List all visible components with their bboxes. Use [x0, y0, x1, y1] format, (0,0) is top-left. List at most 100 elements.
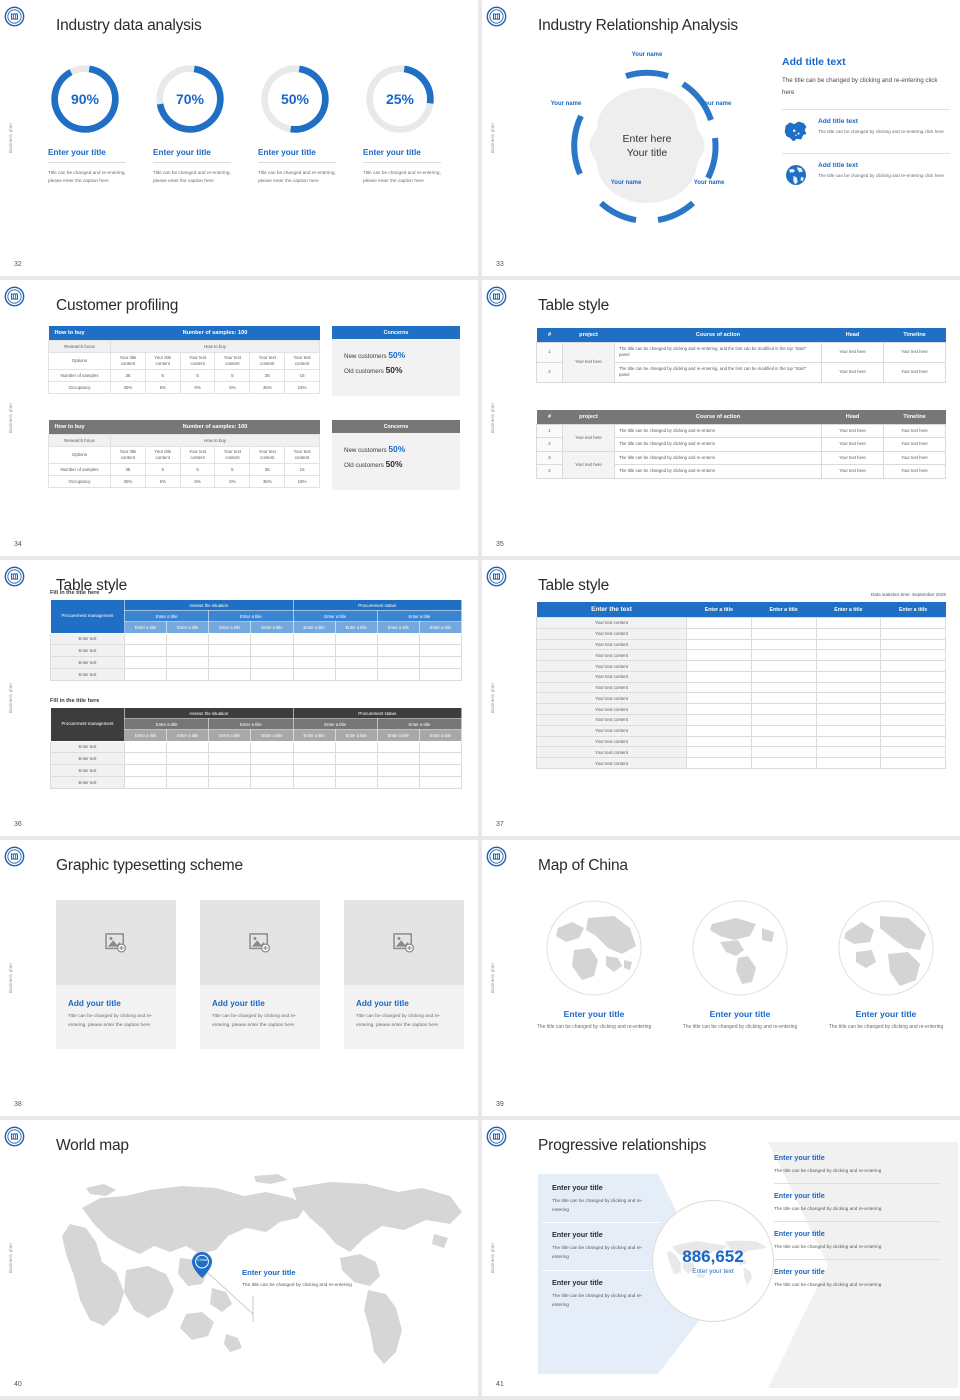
- customer-table-gray[interactable]: How to buy Number of samples: 100 Resear…: [48, 420, 320, 488]
- list-item[interactable]: Enter your title The title can be change…: [542, 1176, 660, 1222]
- concerns-body: New customers 50% Old customers 50%: [332, 339, 460, 396]
- slide-35[interactable]: Business plan Table style # project Cour…: [482, 280, 960, 556]
- cell-action: The title can be changed by clicking and…: [614, 423, 822, 439]
- table-row: Enter text: [50, 667, 463, 681]
- sidebar-label: Business plan: [8, 1243, 13, 1273]
- globe-card[interactable]: Enter your title The title can be change…: [676, 898, 804, 1033]
- concerns-body: New customers 50% Old customers 50%: [332, 433, 460, 490]
- action-table-gray[interactable]: # project Course of action Head Timeline…: [536, 410, 946, 479]
- list-item[interactable]: Enter your title The title can be change…: [542, 1223, 660, 1269]
- row-label: Your text content: [536, 703, 687, 716]
- header-cell: How to buy: [48, 420, 111, 435]
- cell: [880, 735, 946, 748]
- procurement-table-blue[interactable]: Fill in the title here Procurement manag…: [50, 590, 463, 681]
- header-leaf: Enter a title: [123, 621, 168, 634]
- concerns-line: Old customers 50%: [344, 459, 460, 469]
- cell: [686, 735, 752, 748]
- logo-icon: [486, 1126, 507, 1147]
- slide-41[interactable]: Business plan Progressive relationships …: [482, 1120, 960, 1396]
- image-placeholder[interactable]: [56, 900, 176, 985]
- slide-37[interactable]: Business plan Table style Data statistic…: [482, 560, 960, 836]
- concerns-box-gray[interactable]: Concerns New customers 50% Old customers…: [332, 420, 460, 490]
- row-label: Your text content: [536, 670, 687, 683]
- procurement-table-gray[interactable]: Fill in the title here Procurement manag…: [50, 698, 463, 789]
- cell: [166, 764, 210, 777]
- slide-34[interactable]: Business plan Customer profiling How to …: [0, 280, 478, 556]
- table-row: Your text content: [536, 627, 946, 640]
- cell-index: 4: [536, 464, 563, 479]
- slide-36[interactable]: Business plan Table style Fill in the ti…: [0, 560, 478, 836]
- globe-card[interactable]: Enter your title The title can be change…: [822, 898, 950, 1033]
- table-row: Your text content: [536, 660, 946, 672]
- donut-card[interactable]: 25% Enter your title Title can be change…: [363, 62, 468, 185]
- cell: [750, 638, 817, 651]
- table-row: Your text content: [536, 681, 946, 694]
- image-placeholder[interactable]: [344, 900, 464, 985]
- slide-32[interactable]: Business plan Industry data analysis 90%…: [0, 0, 478, 276]
- concerns-line: New customers 50%: [344, 444, 460, 454]
- cell: [750, 735, 817, 748]
- cell: [208, 644, 252, 658]
- table-row: Your text content: [536, 703, 946, 716]
- header-cell: Enter a title: [880, 602, 946, 618]
- cell: [880, 681, 946, 694]
- callout-title: Enter your title: [242, 1268, 296, 1277]
- item-desc: The title can be changed by clicking and…: [774, 1206, 882, 1212]
- page-number: 38: [14, 1101, 22, 1108]
- node-label: Your name: [544, 101, 588, 109]
- cell: 15%: [284, 381, 320, 394]
- list-item[interactable]: Enter your title The title can be change…: [764, 1184, 950, 1221]
- image-placeholder[interactable]: [200, 900, 320, 985]
- list-item[interactable]: Add title text The title can be changed …: [782, 118, 950, 144]
- customer-table-blue[interactable]: How to buy Number of samples: 100 Resear…: [48, 326, 320, 394]
- concerns-value: 50%: [388, 350, 406, 360]
- stat-caption: Enter your text: [692, 1268, 734, 1275]
- data-table[interactable]: Enter the text Enter a title Enter a tit…: [536, 602, 946, 769]
- donut-card[interactable]: 50% Enter your title Title can be change…: [258, 62, 363, 185]
- image-card[interactable]: Add your title Title can be changed by c…: [200, 900, 320, 1049]
- left-items-panel: Enter your title The title can be change…: [542, 1176, 660, 1317]
- header-leaf: Enter a title: [334, 621, 378, 634]
- action-table-blue[interactable]: # project Course of action Head Timeline…: [536, 328, 946, 383]
- slide-40[interactable]: Business plan World map China Enter your…: [0, 1120, 478, 1396]
- cell: [334, 656, 378, 669]
- row-label: Occupancy: [48, 381, 111, 394]
- cell: [292, 667, 336, 681]
- cell: [250, 764, 294, 777]
- list-item[interactable]: Add title text The title can be changed …: [782, 162, 950, 188]
- map-callout[interactable]: Enter your title The title can be change…: [242, 1268, 372, 1290]
- cell: [418, 644, 463, 658]
- cell: [815, 617, 882, 629]
- list-item[interactable]: Enter your title The title can be change…: [764, 1222, 950, 1259]
- donut-card[interactable]: 90% Enter your title Title can be change…: [48, 62, 153, 185]
- slide-39[interactable]: Business plan Map of China Enter your ti…: [482, 840, 960, 1116]
- image-card[interactable]: Add your title Title can be changed by c…: [56, 900, 176, 1049]
- cell-timeline: Your text here: [883, 464, 946, 479]
- slide-38[interactable]: Business plan Graphic typesetting scheme…: [0, 840, 478, 1116]
- stat-circle[interactable]: 886,652 Enter your text: [652, 1200, 774, 1322]
- cell: [880, 638, 946, 651]
- slide-33[interactable]: Business plan Industry Relationship Anal…: [482, 0, 960, 276]
- cell: [880, 649, 946, 662]
- header-cell: Enter a title: [751, 602, 816, 618]
- list-item[interactable]: Enter your title The title can be change…: [542, 1271, 660, 1317]
- donut-title: Enter your title: [363, 148, 421, 157]
- cell: [123, 752, 168, 766]
- page-title: Table style: [538, 297, 610, 314]
- table-row: Enter text: [50, 764, 463, 777]
- cell: [815, 627, 882, 640]
- cell: 5%: [179, 381, 216, 394]
- image-card[interactable]: Add your title Title can be changed by c…: [344, 900, 464, 1049]
- donut-card[interactable]: 70% Enter your title Title can be change…: [153, 62, 258, 185]
- list-item[interactable]: Enter your title The title can be change…: [764, 1260, 950, 1297]
- concerns-value: 50%: [385, 459, 403, 469]
- cell-timeline: Your text here: [883, 342, 946, 363]
- list-item[interactable]: Enter your title The title can be change…: [764, 1146, 950, 1183]
- cell: [334, 667, 378, 681]
- cell: [686, 627, 752, 640]
- cell-project: Your text here: [562, 450, 615, 479]
- concerns-value: 50%: [385, 365, 403, 375]
- cell: [166, 752, 210, 766]
- concerns-box-blue[interactable]: Concerns New customers 50% Old customers…: [332, 326, 460, 396]
- globe-card[interactable]: Enter your title The title can be change…: [530, 898, 658, 1033]
